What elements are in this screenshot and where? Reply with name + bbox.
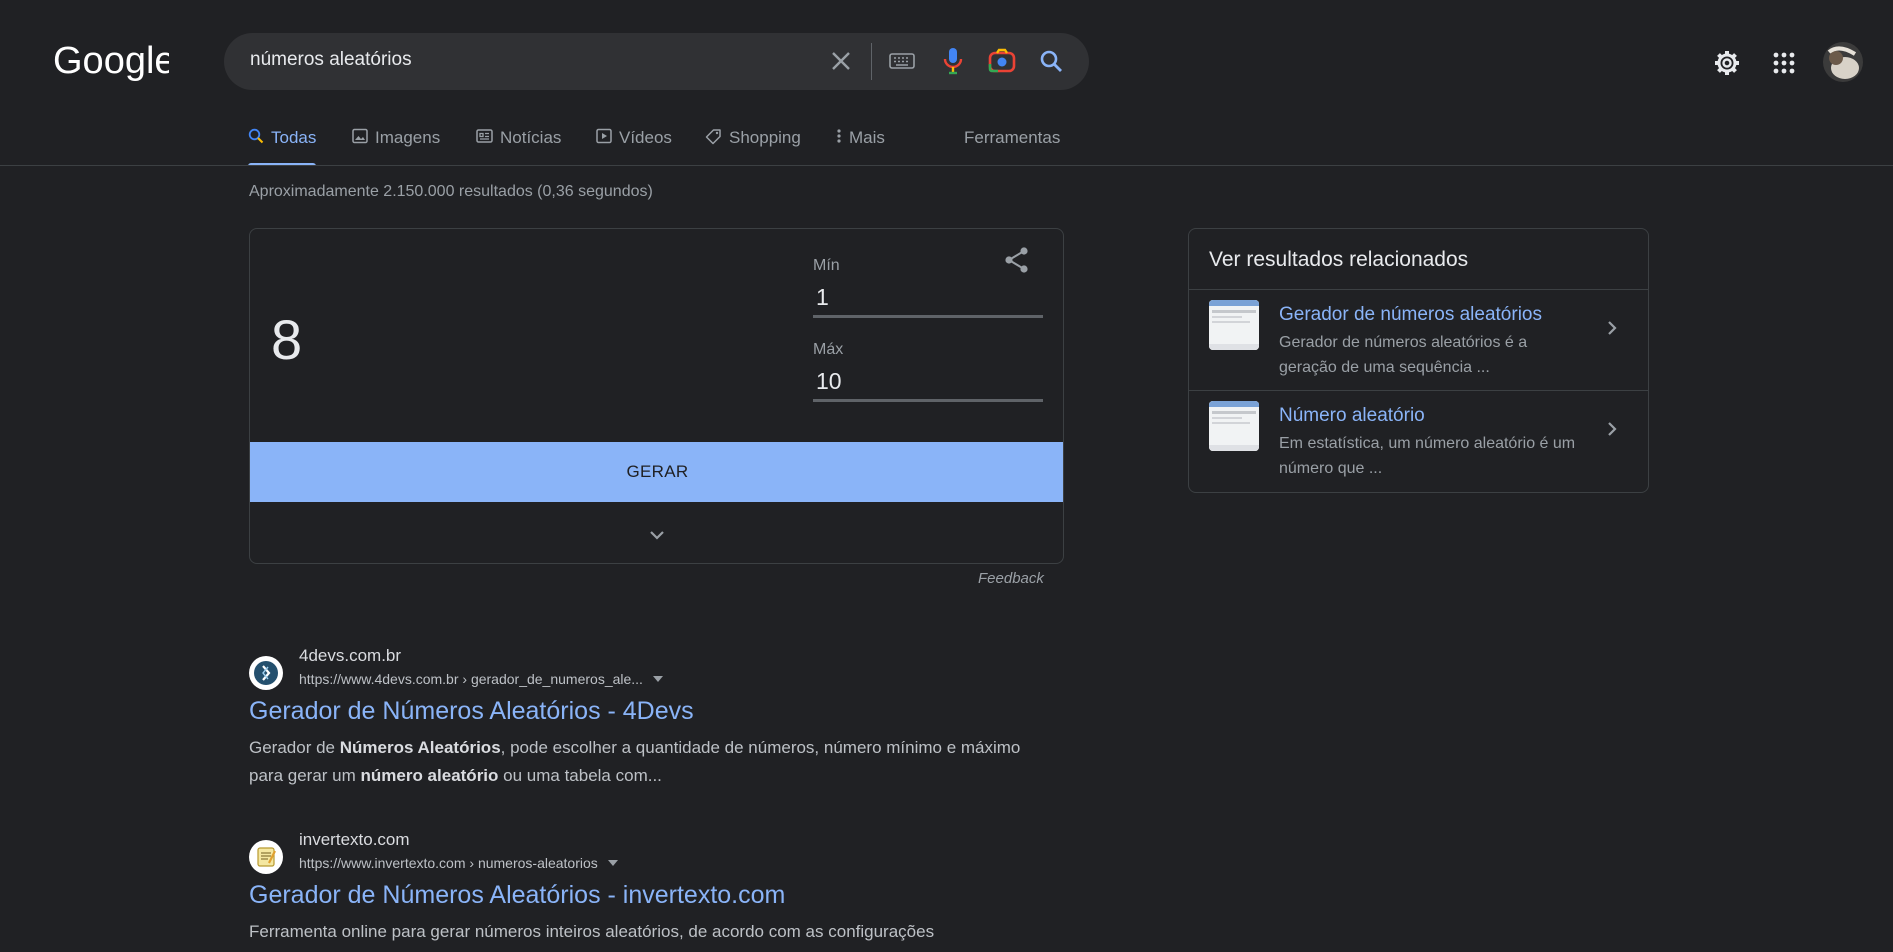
related-results-panel: Ver resultados relacionados Gerador de n… — [1188, 228, 1649, 493]
result-url[interactable]: https://www.invertexto.com › numeros-ale… — [299, 855, 618, 871]
site-favicon-icon — [249, 656, 283, 690]
related-thumbnail — [1209, 300, 1259, 350]
keyboard-icon[interactable] — [886, 45, 918, 77]
search-tab-icon — [248, 128, 264, 144]
caret-down-icon[interactable] — [652, 676, 663, 682]
tab-label: Ferramentas — [964, 128, 1061, 147]
google-logo[interactable]: Google — [53, 40, 176, 84]
result-title-link[interactable]: Gerador de Números Aleatórios - 4Devs — [249, 697, 694, 726]
result-title-link[interactable]: Gerador de Números Aleatórios - invertex… — [249, 881, 785, 910]
tab-mais[interactable]: Mais — [836, 124, 885, 166]
tab-label: Todas — [271, 128, 317, 147]
related-item[interactable]: Número aleatório Em estatística, um núme… — [1189, 390, 1648, 491]
feedback-link[interactable]: Feedback — [978, 570, 1044, 587]
video-icon — [596, 128, 612, 144]
generate-button[interactable]: GERAR — [250, 442, 1063, 502]
max-label: Máx — [813, 341, 844, 358]
search-divider — [871, 43, 872, 80]
min-label: Mín — [813, 257, 840, 274]
related-item-desc: Em estatística, um número aleatório é um… — [1279, 435, 1576, 477]
tab-noticias[interactable]: Notícias — [476, 124, 561, 166]
result-site-name: 4devs.com.br — [299, 646, 402, 665]
tab-videos[interactable]: Vídeos — [596, 124, 672, 166]
apps-grid-icon[interactable] — [1764, 43, 1804, 83]
header-divider — [0, 165, 1893, 166]
min-input[interactable]: 1 — [813, 284, 1043, 318]
svg-text:Google: Google — [53, 40, 169, 82]
clear-icon[interactable] — [825, 45, 857, 77]
avatar[interactable] — [1823, 42, 1863, 82]
search-bar[interactable]: números aleatórios — [224, 33, 1089, 90]
tab-imagens[interactable]: Imagens — [352, 124, 440, 166]
search-result: invertexto.com https://www.invertexto.co… — [249, 830, 1049, 950]
tab-label: Shopping — [729, 128, 801, 147]
tools-button[interactable]: Ferramentas — [964, 124, 1060, 166]
tag-icon — [705, 129, 721, 145]
news-icon — [476, 129, 493, 143]
tab-label: Notícias — [500, 128, 562, 147]
result-url-text: https://www.invertexto.com › numeros-ale… — [299, 855, 598, 871]
tab-label: Mais — [849, 128, 885, 147]
site-favicon-icon — [249, 840, 283, 874]
result-snippet: Gerador de Números Aleatórios, pode esco… — [249, 738, 1021, 785]
tab-shopping[interactable]: Shopping — [705, 124, 801, 166]
search-input[interactable]: números aleatórios — [250, 49, 412, 71]
chevron-right-icon — [1599, 315, 1625, 341]
search-icon[interactable] — [1035, 45, 1067, 77]
related-item-name: Gerador de números aleatórios — [1279, 304, 1542, 325]
related-item-name: Número aleatório — [1279, 405, 1425, 426]
chevron-right-icon — [1599, 416, 1625, 442]
result-snippet: Ferramenta online para gerar números int… — [249, 922, 935, 941]
tab-todas[interactable]: Todas — [248, 124, 317, 166]
caret-down-icon[interactable] — [607, 860, 618, 866]
microphone-icon[interactable] — [937, 45, 969, 77]
related-title: Ver resultados relacionados — [1209, 248, 1469, 271]
share-icon[interactable] — [1002, 245, 1032, 275]
lens-camera-icon[interactable] — [986, 45, 1018, 77]
image-icon — [352, 128, 368, 144]
result-stats: Aproximadamente 2.150.000 resultados (0,… — [249, 183, 653, 200]
max-input[interactable]: 10 — [813, 368, 1043, 402]
generated-number: 8 — [271, 308, 303, 371]
search-result: 4devs.com.br https://www.4devs.com.br › … — [249, 646, 1049, 796]
related-item[interactable]: Gerador de números aleatórios Gerador de… — [1189, 289, 1648, 390]
result-url[interactable]: https://www.4devs.com.br › gerador_de_nu… — [299, 671, 663, 687]
more-vertical-icon — [837, 129, 841, 143]
random-number-generator: 8 Mín 1 Máx 10 GERAR — [249, 228, 1064, 564]
related-thumbnail — [1209, 401, 1259, 451]
chevron-down-icon[interactable] — [641, 519, 673, 551]
gear-icon[interactable] — [1707, 43, 1747, 83]
result-site-name: invertexto.com — [299, 830, 410, 849]
result-url-text: https://www.4devs.com.br › gerador_de_nu… — [299, 671, 643, 687]
tab-label: Imagens — [375, 128, 441, 147]
related-item-desc: Gerador de números aleatórios é a geraçã… — [1279, 334, 1528, 376]
tab-label: Vídeos — [619, 128, 672, 147]
